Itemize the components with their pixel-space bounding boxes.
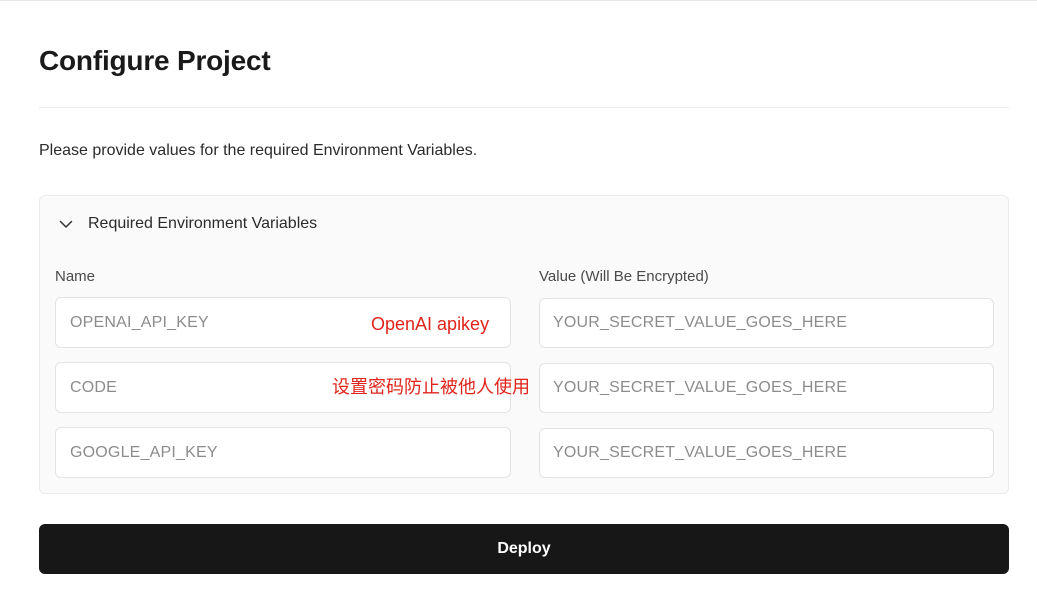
- openai-annotation: OpenAI apikey: [371, 314, 490, 334]
- chevron-down-icon: [58, 216, 74, 232]
- page-title: Configure Project: [39, 45, 271, 76]
- env-value-placeholder: YOUR_SECRET_VALUE_GOES_HERE: [553, 379, 848, 396]
- env-value-input[interactable]: YOUR_SECRET_VALUE_GOES_HERE: [539, 298, 994, 348]
- env-value-placeholder: YOUR_SECRET_VALUE_GOES_HERE: [553, 314, 848, 331]
- env-value-input[interactable]: YOUR_SECRET_VALUE_GOES_HERE: [539, 363, 994, 413]
- value-column-label: Value (Will Be Encrypted): [539, 268, 709, 285]
- env-section-title: Required Environment Variables: [88, 215, 318, 232]
- env-variables-panel: Required Environment Variables Name Valu…: [39, 195, 1009, 494]
- env-name-text: GOOGLE_API_KEY: [70, 443, 218, 461]
- env-name-field[interactable]: GOOGLE_API_KEY: [55, 427, 511, 478]
- code-annotation: 设置密码防止被他人使用: [332, 377, 530, 397]
- env-value-input[interactable]: YOUR_SECRET_VALUE_GOES_HERE: [539, 428, 994, 478]
- name-column-label: Name: [55, 268, 96, 285]
- env-value-placeholder: YOUR_SECRET_VALUE_GOES_HERE: [553, 444, 848, 461]
- env-section-toggle[interactable]: Required Environment Variables: [58, 212, 317, 236]
- env-name-text: CODE: [70, 378, 118, 396]
- page-description: Please provide values for the required E…: [39, 142, 478, 159]
- configure-project-card: Configure Project Please provide values …: [0, 0, 1037, 605]
- env-name-text: OPENAI_API_KEY: [70, 313, 209, 331]
- title-divider: [39, 107, 1009, 108]
- deploy-button[interactable]: Deploy: [39, 524, 1009, 574]
